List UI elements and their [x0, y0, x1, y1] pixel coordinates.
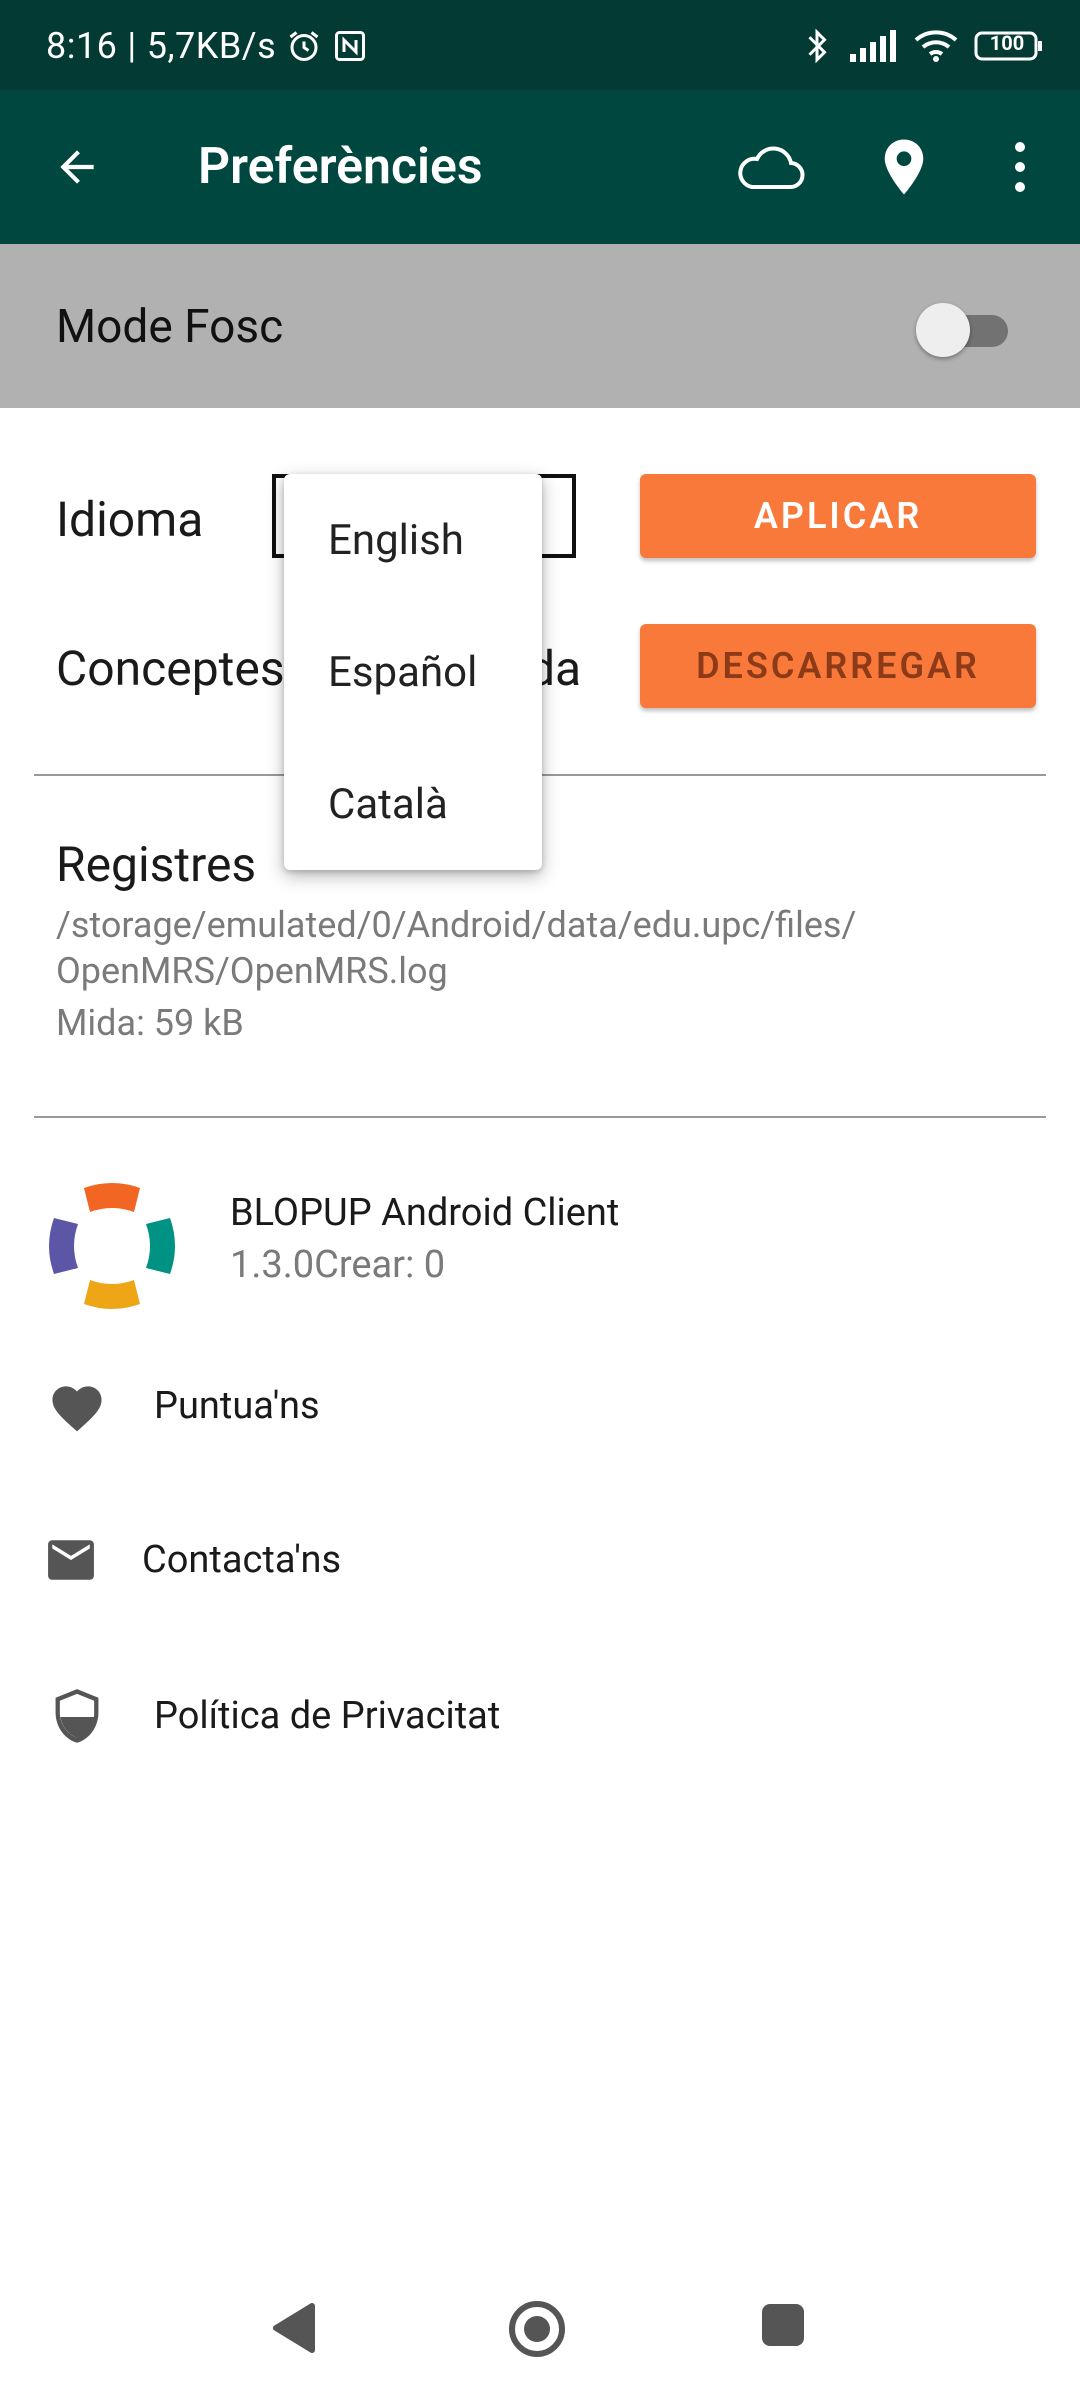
wifi-icon: [914, 28, 958, 64]
status-left: 8:16 | 5,7KB/s: [46, 22, 368, 70]
privacy-policy-label: Política de Privacitat: [154, 1694, 501, 1738]
divider: [34, 1116, 1046, 1118]
openmrs-logo-icon: [49, 1183, 175, 1309]
more-vert-icon: [1015, 142, 1025, 192]
language-label: Idioma: [56, 490, 204, 548]
circle-home-icon: [509, 2301, 565, 2357]
status-separator: |: [127, 25, 137, 67]
language-option-english[interactable]: English: [284, 474, 542, 606]
dark-mode-toggle[interactable]: [916, 301, 1008, 357]
logs-size: Mida: 59 kB: [56, 1002, 244, 1044]
apply-language-button[interactable]: APLICAR: [640, 474, 1036, 558]
location-button[interactable]: [874, 134, 934, 200]
contact-us-row[interactable]: Contacta'ns: [0, 1510, 1080, 1610]
concepts-label-left: Conceptes: [56, 639, 285, 697]
battery-level: 100: [989, 31, 1025, 55]
app-toolbar: Preferències: [0, 90, 1080, 244]
cloud-sync-button[interactable]: [734, 134, 806, 200]
status-right: 100: [802, 22, 1044, 70]
language-dropdown: English Español Català: [284, 474, 542, 870]
heart-icon: [46, 1378, 108, 1434]
rate-us-row[interactable]: Puntua'ns: [0, 1356, 1080, 1456]
signal-icon: [848, 28, 898, 64]
nav-back-button[interactable]: [262, 2298, 324, 2358]
dark-mode-label: Mode Fosc: [56, 300, 284, 354]
language-option-spanish[interactable]: Español: [284, 606, 542, 738]
dark-mode-row: Mode Fosc: [0, 244, 1080, 408]
download-concepts-button[interactable]: DESCARREGAR: [640, 624, 1036, 708]
logs-path[interactable]: /storage/emulated/0/Android/data/edu.upc…: [56, 902, 1016, 994]
arrow-back-icon: [60, 150, 94, 184]
square-recents-icon: [762, 2304, 804, 2346]
location-pin-icon: [884, 139, 924, 195]
logs-path-line2: OpenMRS/OpenMRS.log: [56, 950, 448, 992]
privacy-policy-row[interactable]: Política de Privacitat: [0, 1666, 1080, 1766]
rate-us-label: Puntua'ns: [154, 1384, 320, 1428]
shield-icon: [50, 1686, 104, 1748]
bluetooth-icon: [802, 26, 832, 66]
app-version: 1.3.0Crear: 0: [230, 1243, 446, 1287]
status-net-speed: 5,7KB/s: [146, 25, 277, 67]
nfc-icon: [332, 28, 368, 64]
language-option-catalan[interactable]: Català: [284, 738, 542, 870]
alarm-icon: [286, 28, 322, 64]
status-time: 8:16: [46, 25, 118, 67]
mail-icon: [46, 1538, 96, 1582]
page-title: Preferències: [198, 138, 483, 196]
app-logo: [44, 1178, 180, 1314]
nav-home-button[interactable]: [506, 2298, 568, 2360]
system-nav-bar: [0, 2260, 1080, 2400]
contact-us-label: Contacta'ns: [142, 1538, 342, 1582]
toggle-thumb: [916, 303, 970, 357]
back-button[interactable]: [46, 136, 108, 198]
logs-title: Registres: [56, 835, 257, 893]
nav-recents-button[interactable]: [758, 2300, 808, 2350]
logs-path-line1: /storage/emulated/0/Android/data/edu.upc…: [56, 904, 857, 946]
overflow-menu-button[interactable]: [1000, 134, 1040, 200]
cloud-icon: [738, 146, 805, 189]
app-name: BLOPUP Android Client: [230, 1191, 620, 1235]
triangle-back-icon: [273, 2303, 315, 2353]
status-bar: 8:16 | 5,7KB/s 100: [0, 0, 1080, 90]
battery-icon: 100: [974, 30, 1044, 62]
